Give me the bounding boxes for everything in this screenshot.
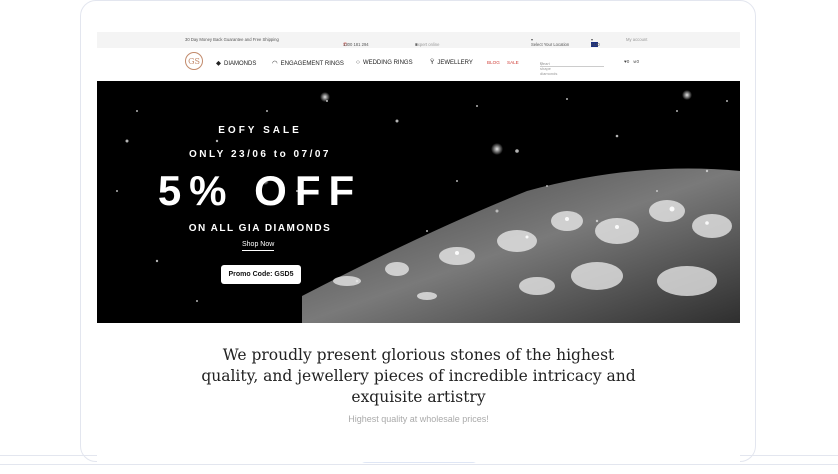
hero-line-dates: ONLY 23/06 to 07/07 (188, 149, 331, 160)
shop-now-link[interactable]: Shop Now (242, 241, 275, 251)
screen: 30 Day Money Back Guarantee and Free Shi… (97, 32, 740, 462)
promo-code-badge: Promo Code: GSD5 (221, 265, 301, 284)
tagline: Highest quality at wholesale prices! (348, 414, 489, 424)
location-select[interactable]: Select Your Location ▾ (531, 37, 569, 47)
nav-jewellery-label: JEWELLERY (437, 60, 473, 66)
hero-line-eofy: EOFY SALE (218, 125, 302, 136)
ring-icon: ◠ (272, 60, 278, 67)
phone-number: 1300 181 294 (343, 42, 369, 47)
currency-select[interactable]: AUD ▾ (591, 37, 600, 47)
top-bar: 30 Day Money Back Guarantee and Free Shi… (97, 32, 740, 48)
my-account-link[interactable]: My account (626, 37, 647, 42)
nav-sale[interactable]: SALE (507, 60, 519, 65)
hero-banner[interactable]: EOFY SALE ONLY 23/06 to 07/07 5% OFF ON … (97, 81, 740, 323)
guarantee-text: 30 Day Money Back Guarantee and Free Shi… (185, 37, 279, 42)
currency-label: AUD (591, 42, 600, 47)
cart-count: 0 (636, 59, 640, 64)
hero-line-discount: 5% OFF (157, 167, 363, 214)
header-icons: ♥0 ⊌0 (624, 59, 639, 65)
wishlist-count: 0 (626, 59, 630, 64)
nav-wedding-label: WEDDING RINGS (362, 60, 413, 66)
nav-engagement-rings[interactable]: ◠ ENGAGEMENT RINGS (272, 59, 344, 67)
intro-line-3: exquisite artistry (351, 388, 486, 406)
expert-label: Expert online (415, 42, 440, 47)
nav-jewellery[interactable]: Ÿ JEWELLERY (430, 59, 473, 66)
logo[interactable]: GS (185, 52, 203, 70)
diamond-icon: ◆ (216, 60, 221, 67)
intro-line-2: quality, and jewellery pieces of incredi… (201, 367, 636, 385)
hero-line-gia: ON ALL GIA DIAMONDS (188, 223, 332, 234)
nav-engagement-label: ENGAGEMENT RINGS (280, 61, 344, 67)
ring-outline-icon: ○ (356, 59, 360, 66)
nav-diamonds-label: DIAMONDS (224, 61, 257, 67)
search-input[interactable]: ⚲ Heart shape diamonds (540, 57, 604, 76)
location-label: Select Your Location (531, 42, 570, 47)
search-placeholder: Heart shape diamonds (540, 61, 558, 76)
nav-blog[interactable]: BLOG (487, 60, 500, 65)
intro-line-1: We proudly present glorious stones of th… (222, 346, 615, 364)
nav-wedding-rings[interactable]: ○ WEDDING RINGS (356, 59, 413, 66)
nav-diamonds[interactable]: ◆ DIAMONDS (216, 59, 256, 67)
cart-button[interactable]: ⊌0 (633, 59, 639, 64)
pendant-icon: Ÿ (430, 59, 435, 66)
wishlist-button[interactable]: ♥0 (624, 59, 629, 64)
intro-text: We proudly present glorious stones of th… (97, 345, 740, 408)
